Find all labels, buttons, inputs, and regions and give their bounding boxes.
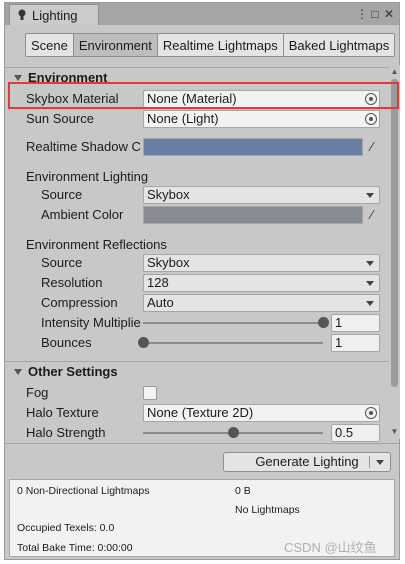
fog-row: Fog <box>5 383 389 403</box>
inspector-content: Environment Skybox Material None (Materi… <box>5 65 389 443</box>
halo-texture-field[interactable]: None (Texture 2D) <box>143 404 380 422</box>
compression-label: Compression <box>41 295 118 310</box>
intensity-multiplier-slider[interactable] <box>143 322 323 324</box>
environment-lighting-header: Environment Lighting <box>26 169 149 184</box>
lighting-source-value: Skybox <box>147 187 190 202</box>
tab-realtime-lightmaps[interactable]: Realtime Lightmaps <box>157 33 284 57</box>
bulb-icon <box>18 9 26 20</box>
bounces-row: Bounces 1 <box>5 333 389 353</box>
generate-lighting-label: Generate Lighting <box>255 454 359 469</box>
other-settings-header-label: Other Settings <box>28 364 118 379</box>
compression-row: Compression Auto <box>5 293 389 313</box>
reflection-source-label: Source <box>41 255 83 270</box>
title-bar: Lighting ⋮ □ ✕ <box>5 3 399 25</box>
watermark: CSDN @山纹鱼 <box>284 540 377 555</box>
bounces-input[interactable]: 1 <box>331 334 380 352</box>
chevron-down-icon <box>366 301 374 306</box>
realtime-shadow-color-label: Realtime Shadow Co <box>26 139 141 154</box>
bounces-slider[interactable] <box>143 342 323 344</box>
vertical-scrollbar[interactable]: ▲ ▼ <box>389 65 400 439</box>
intensity-multiplier-row: Intensity Multiplie 1 <box>5 313 389 333</box>
bounces-label: Bounces <box>41 335 92 350</box>
reflection-source-dropdown[interactable]: Skybox <box>143 254 380 272</box>
fog-checkbox[interactable] <box>143 386 157 400</box>
skybox-material-row: Skybox Material None (Material) <box>5 89 389 109</box>
more-menu-icon[interactable]: ⋮ <box>356 7 368 21</box>
chevron-down-icon <box>366 281 374 286</box>
lighting-window: Lighting ⋮ □ ✕ Scene Environment Realtim… <box>4 2 400 560</box>
scroll-up-icon[interactable]: ▲ <box>390 67 399 76</box>
sun-source-field[interactable]: None (Light) <box>143 110 380 128</box>
intensity-multiplier-input[interactable]: 1 <box>331 314 380 332</box>
halo-strength-input[interactable]: 0.5 <box>331 424 380 442</box>
tab-environment[interactable]: Environment <box>73 33 158 57</box>
compression-value: Auto <box>147 295 174 310</box>
resolution-label: Resolution <box>41 275 103 290</box>
environment-section-header[interactable]: Environment <box>5 67 389 87</box>
other-settings-section-header[interactable]: Other Settings <box>5 361 389 381</box>
intensity-multiplier-label: Intensity Multiplie <box>41 315 141 330</box>
lighting-source-label: Source <box>41 187 83 202</box>
bottom-toolbar: Generate Lighting <box>5 443 399 479</box>
lighting-source-dropdown[interactable]: Skybox <box>143 186 380 204</box>
halo-texture-row: Halo Texture None (Texture 2D) <box>5 403 389 423</box>
sun-source-label: Sun Source <box>26 111 94 126</box>
compression-dropdown[interactable]: Auto <box>143 294 380 312</box>
sun-source-row: Sun Source None (Light) <box>5 109 389 129</box>
slider-handle[interactable] <box>137 337 149 348</box>
halo-strength-row: Halo Strength 0.5 <box>5 423 389 443</box>
scroll-down-icon[interactable]: ▼ <box>390 427 399 436</box>
lighting-source-row: Source Skybox <box>5 185 389 205</box>
lighting-tab[interactable]: Lighting <box>9 4 99 25</box>
halo-strength-label: Halo Strength <box>26 425 106 440</box>
tab-scene[interactable]: Scene <box>25 33 74 57</box>
ambient-color-label: Ambient Color <box>41 207 124 222</box>
resolution-value: 128 <box>147 275 169 290</box>
halo-texture-label: Halo Texture <box>26 405 99 420</box>
total-bake-time-text: Total Bake Time: 0:00:00 <box>17 542 133 554</box>
sun-source-value: None (Light) <box>147 111 219 126</box>
resolution-row: Resolution 128 <box>5 273 389 293</box>
foldout-arrow-icon <box>14 74 22 81</box>
skybox-material-value: None (Material) <box>147 91 237 106</box>
maximize-icon[interactable]: □ <box>369 7 381 21</box>
slider-handle[interactable] <box>317 317 329 328</box>
skybox-material-label: Skybox Material <box>26 91 119 106</box>
ambient-color-row: Ambient Color ⁄ <box>5 205 389 225</box>
lightmap-size-text: 0 B <box>235 485 251 497</box>
object-picker-icon[interactable] <box>365 93 377 105</box>
non-directional-lightmaps-text: 0 Non-Directional Lightmaps <box>17 485 150 497</box>
foldout-arrow-icon <box>14 368 22 375</box>
divider <box>369 456 370 468</box>
chevron-down-icon <box>366 261 374 266</box>
realtime-shadow-color-row: Realtime Shadow Co ⁄ <box>5 137 389 157</box>
no-lightmaps-text: No Lightmaps <box>235 504 300 516</box>
environment-header-label: Environment <box>28 70 108 85</box>
chevron-down-icon[interactable] <box>376 460 384 465</box>
eyedropper-icon[interactable]: ⁄ <box>365 207 379 223</box>
halo-texture-value: None (Texture 2D) <box>147 405 254 420</box>
ambient-color-swatch[interactable] <box>143 206 363 224</box>
tab-baked-lightmaps[interactable]: Baked Lightmaps <box>283 33 396 57</box>
occupied-texels-text: Occupied Texels: 0.0 <box>17 522 115 534</box>
skybox-material-field[interactable]: None (Material) <box>143 90 380 108</box>
realtime-shadow-color-swatch[interactable] <box>143 138 363 156</box>
reflection-source-value: Skybox <box>147 255 190 270</box>
eyedropper-icon[interactable]: ⁄ <box>365 139 379 155</box>
scrollbar-thumb[interactable] <box>391 79 398 387</box>
close-icon[interactable]: ✕ <box>383 7 395 21</box>
tab-title-label: Lighting <box>32 7 78 23</box>
fog-label: Fog <box>26 385 49 400</box>
environment-reflections-header: Environment Reflections <box>26 237 167 252</box>
reflection-source-row: Source Skybox <box>5 253 389 273</box>
object-picker-icon[interactable] <box>365 407 377 419</box>
slider-handle[interactable] <box>227 427 239 438</box>
resolution-dropdown[interactable]: 128 <box>143 274 380 292</box>
chevron-down-icon <box>366 193 374 198</box>
generate-lighting-button[interactable]: Generate Lighting <box>223 452 391 472</box>
mode-tabs: Scene Environment Realtime Lightmaps Bak… <box>25 33 396 57</box>
object-picker-icon[interactable] <box>365 113 377 125</box>
